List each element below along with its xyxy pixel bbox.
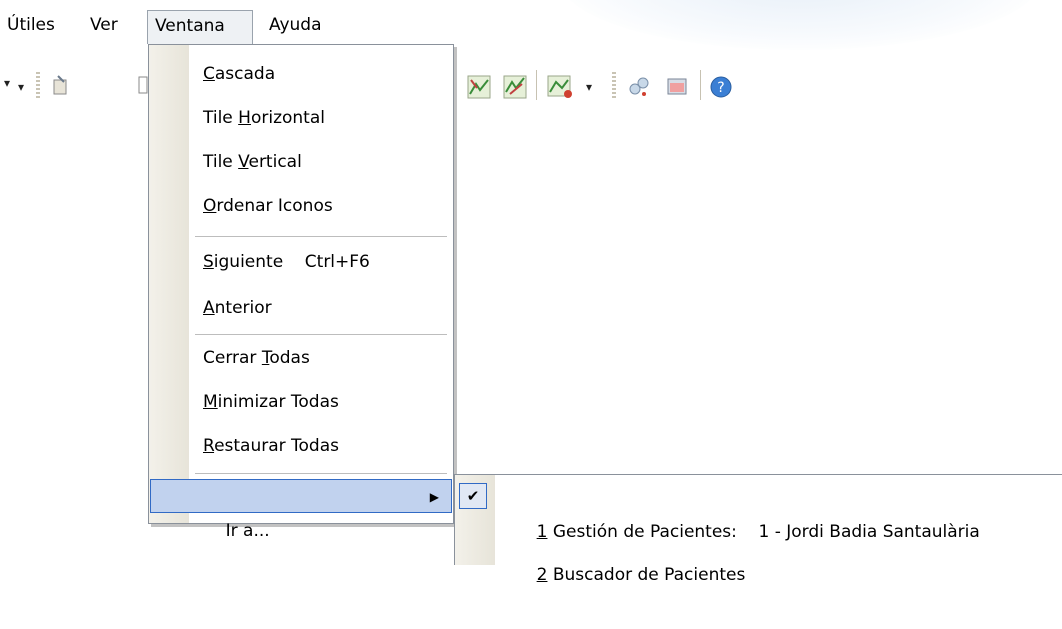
menu-separator xyxy=(195,334,447,335)
help-icon[interactable]: ? xyxy=(708,74,734,100)
menu-item-minimizar-todas[interactable]: Minimizar Todas xyxy=(149,385,453,419)
menu-item-ordenar-iconos[interactable]: Ordenar Iconos xyxy=(149,189,453,223)
menu-bar: Útiles Ver Ventana Ayuda xyxy=(0,0,1062,46)
window-icon[interactable] xyxy=(664,74,690,100)
menu-item-restaurar-todas[interactable]: Restaurar Todas xyxy=(149,429,453,463)
menu-separator xyxy=(195,236,447,237)
menu-separator xyxy=(195,473,447,474)
toolbar-separator-2 xyxy=(700,70,701,100)
menu-utiles[interactable]: Útiles xyxy=(0,10,62,44)
toolbar-dropdown-arrow-2[interactable]: ▾ xyxy=(586,80,592,94)
window-menu-dropdown: Cascada Tile Horizontal Tile Vertical Or… xyxy=(148,44,454,541)
menu-ventana[interactable]: Ventana xyxy=(147,10,253,44)
menu-item-cascada[interactable]: Cascada xyxy=(149,57,453,91)
menu-item-tile-horizontal[interactable]: Tile Horizontal xyxy=(149,101,453,135)
toolbar-dropdown-arrow[interactable]: ▾ xyxy=(4,76,10,90)
submenu-item-gestion-pacientes[interactable]: ✔ 1 Gestión de Pacientes: 1 - Jordi Badia… xyxy=(455,478,1061,542)
toolbar-grip-2[interactable] xyxy=(612,72,616,100)
chart-image-alt-icon[interactable] xyxy=(502,74,528,100)
submenu-arrow-icon: ▶ xyxy=(429,490,439,504)
toolbar-separator xyxy=(536,70,537,100)
checkmark-icon: ✔ xyxy=(459,483,487,509)
add-chart-icon[interactable] xyxy=(546,74,574,100)
document-icon[interactable] xyxy=(138,74,148,96)
menu-ver[interactable]: Ver xyxy=(83,10,125,44)
menu-item-anterior[interactable]: Anterior xyxy=(149,291,453,325)
goto-submenu: ✔ 1 Gestión de Pacientes: 1 - Jordi Badia… xyxy=(454,474,1062,585)
svg-text:?: ? xyxy=(717,80,724,96)
menu-item-siguiente[interactable]: Siguiente Ctrl+F6 xyxy=(149,245,453,279)
menu-item-tile-vertical[interactable]: Tile Vertical xyxy=(149,145,453,179)
paste-icon[interactable] xyxy=(50,74,72,96)
network-icon[interactable] xyxy=(626,74,652,100)
submenu-item-buscador-pacientes[interactable]: 2 Buscador de Pacientes xyxy=(455,521,1061,585)
menu-ayuda[interactable]: Ayuda xyxy=(262,10,329,44)
toolbar-grip[interactable] xyxy=(36,72,40,100)
chart-image-icon[interactable] xyxy=(466,74,492,100)
menu-item-cerrar-todas[interactable]: Cerrar Todas xyxy=(149,341,453,375)
toolbar-dropdown-arrow-small[interactable]: ▾ xyxy=(18,80,24,94)
menu-item-ir-a[interactable]: Ir a... ▶ xyxy=(150,479,452,541)
